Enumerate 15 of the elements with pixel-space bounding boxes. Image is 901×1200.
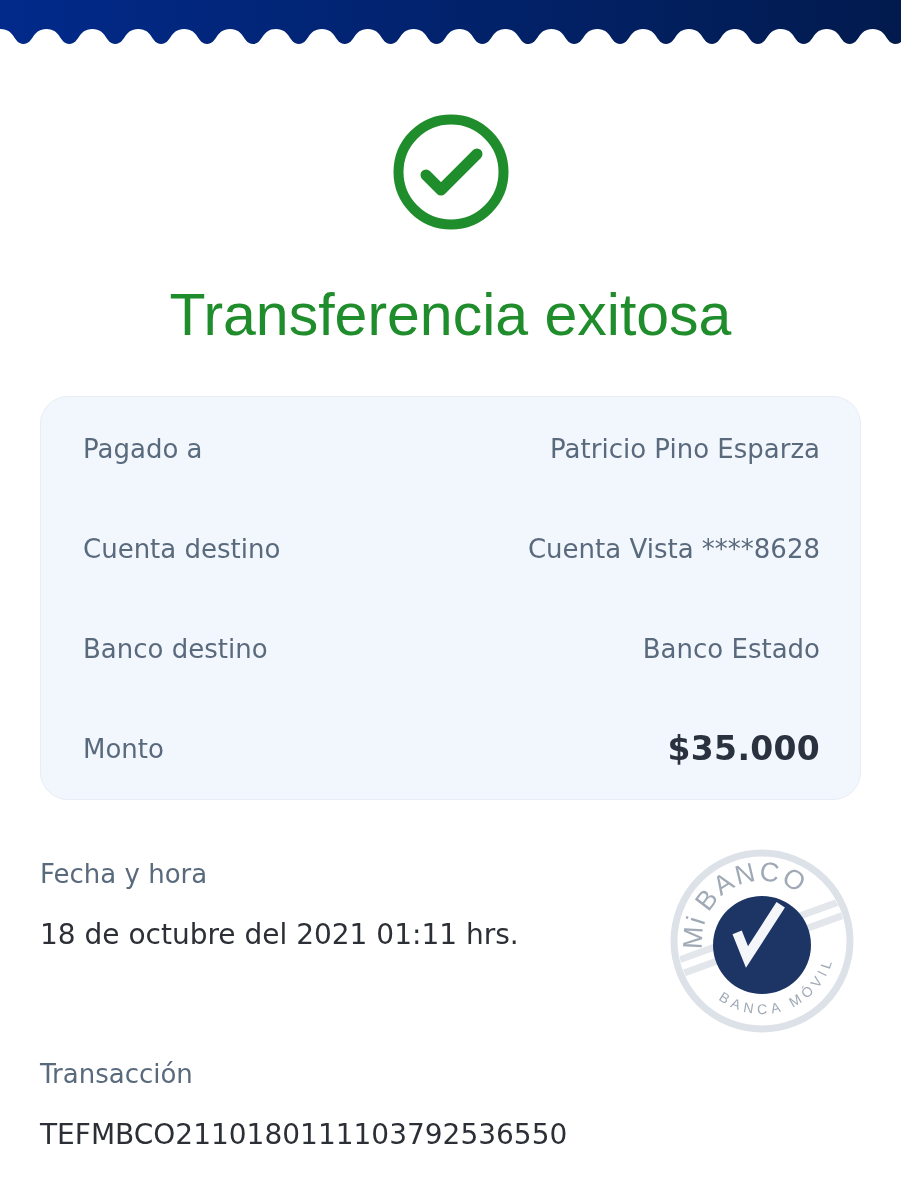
detail-label: Banco destino bbox=[83, 633, 268, 666]
status-title: Transferencia exitosa bbox=[169, 281, 732, 350]
stamp-prefix-text: Mi bbox=[677, 912, 712, 950]
detail-label: Pagado a bbox=[83, 433, 203, 466]
amount-value: $35.000 bbox=[667, 731, 820, 767]
info-label: Fecha y hora bbox=[40, 858, 209, 891]
info-value: 18 de octubre del 2021 01:11 hrs. bbox=[40, 917, 520, 953]
info-label: Transacción bbox=[40, 1058, 194, 1091]
info-value: TEFMBCO2110180111103792536550 bbox=[40, 1117, 569, 1153]
detail-label: Monto bbox=[83, 733, 164, 766]
check-circle-icon bbox=[392, 114, 509, 230]
detail-label: Cuenta destino bbox=[83, 533, 281, 566]
detail-value: Banco Estado bbox=[642, 633, 820, 666]
detail-value: Cuenta Vista ****8628 bbox=[527, 533, 820, 566]
detail-value: Patricio Pino Esparza bbox=[550, 433, 820, 466]
